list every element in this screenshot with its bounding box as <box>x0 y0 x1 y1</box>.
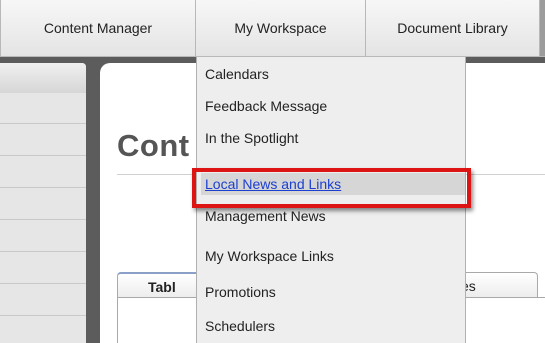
menu-item-management-news[interactable]: Management News <box>205 205 455 227</box>
sidebar-divider <box>0 187 86 188</box>
menu-item-my-workspace-links[interactable]: My Workspace Links <box>205 245 455 267</box>
left-sidebar-header <box>0 63 86 93</box>
menu-item-calendars[interactable]: Calendars <box>205 63 455 85</box>
top-nav-bar: Content Manager My Workspace Document Li… <box>0 0 545 57</box>
sidebar-divider <box>0 251 86 252</box>
menu-item-in-the-spotlight[interactable]: In the Spotlight <box>205 127 455 149</box>
tab-panel-border <box>117 297 118 343</box>
menu-item-promotions[interactable]: Promotions <box>205 281 455 303</box>
sidebar-divider <box>0 219 86 220</box>
highlight-annotation-box <box>192 168 471 208</box>
nav-scroll-edge <box>540 0 545 56</box>
menu-item-feedback-message[interactable]: Feedback Message <box>205 95 455 117</box>
nav-tab-content-manager[interactable]: Content Manager <box>0 0 196 56</box>
page-title: Cont <box>117 128 190 163</box>
menu-item-schedulers[interactable]: Schedulers <box>205 315 455 337</box>
nav-tab-my-workspace[interactable]: My Workspace <box>196 0 366 56</box>
sidebar-divider <box>0 155 86 156</box>
sidebar-divider <box>0 283 86 284</box>
sidebar-divider <box>0 123 86 124</box>
left-sidebar <box>0 63 86 343</box>
nav-tab-document-library[interactable]: Document Library <box>366 0 540 56</box>
sidebar-divider <box>0 315 86 316</box>
